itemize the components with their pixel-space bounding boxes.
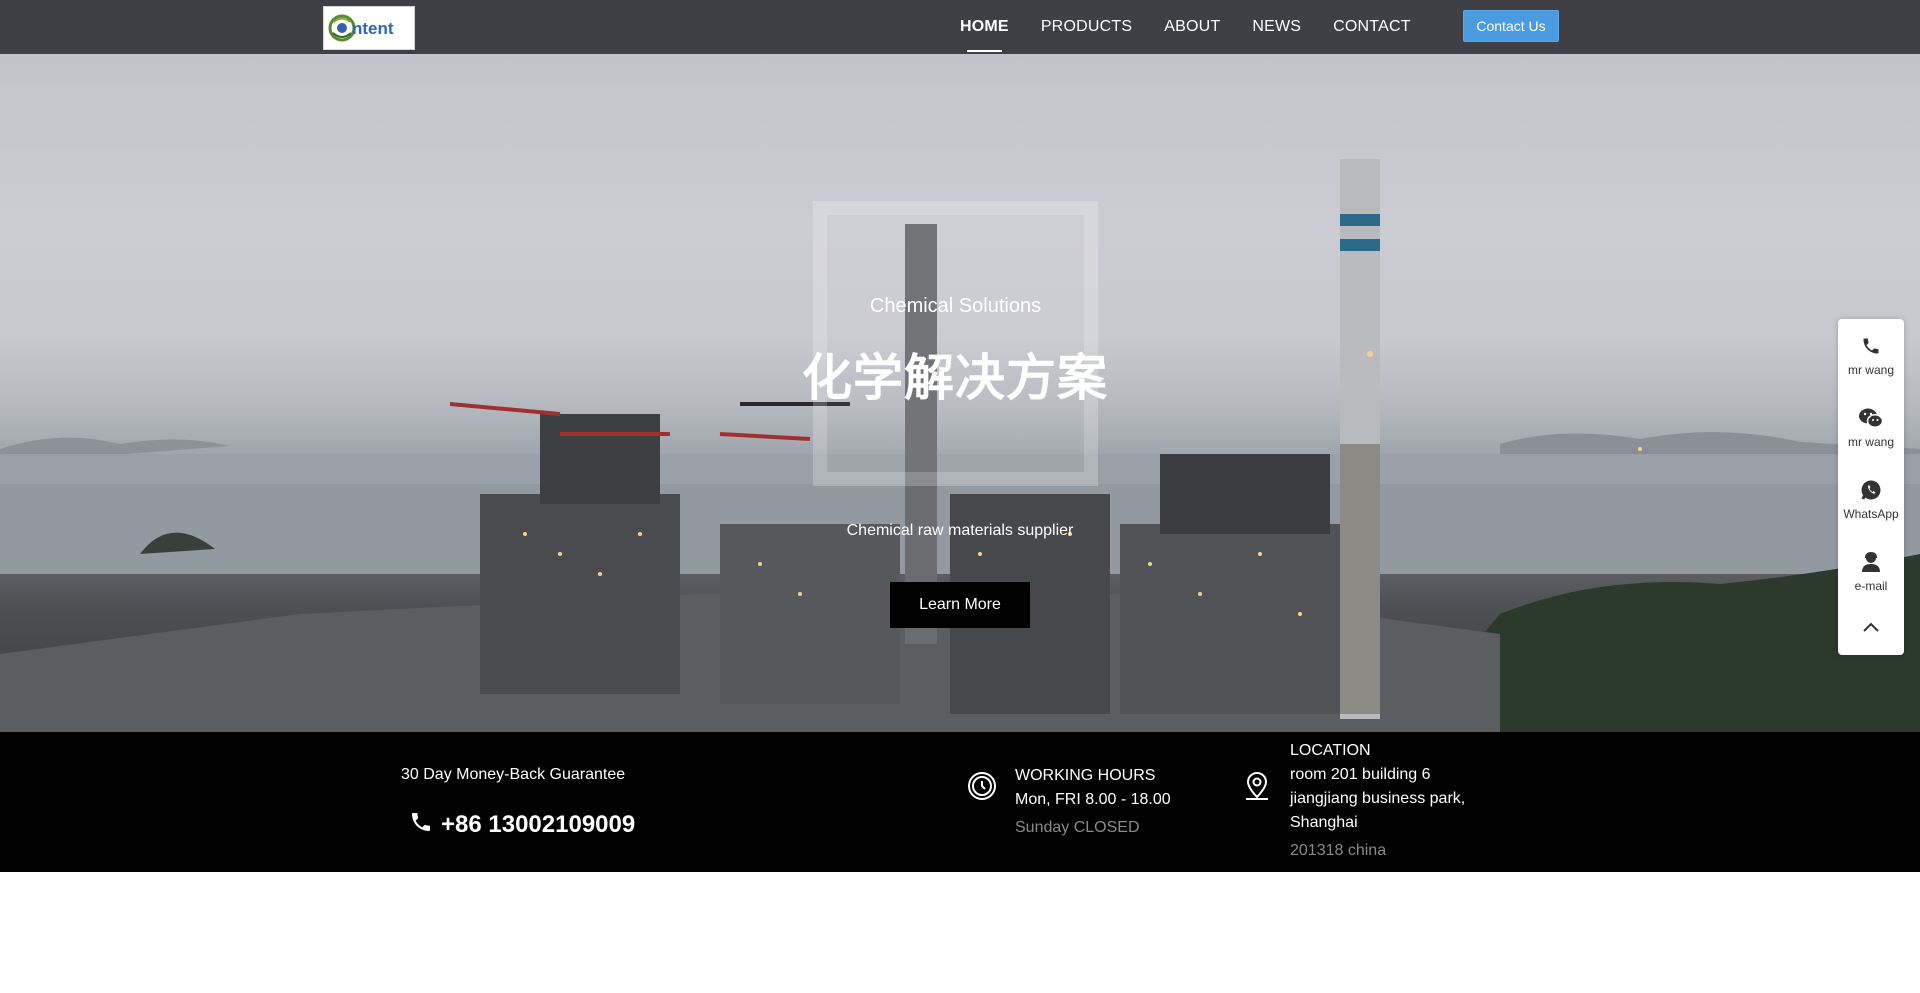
main-nav: HOME PRODUCTS ABOUT NEWS CONTACT: [960, 0, 1443, 54]
hero-subtitle: Chemical Solutions: [869, 295, 1042, 317]
float-whatsapp-label: WhatsApp: [1843, 507, 1899, 521]
back-to-top-button[interactable]: [1838, 609, 1904, 649]
location: LOCATION room 201 building 6 jiangjiang …: [1290, 739, 1490, 863]
float-phone-label: mr wang: [1847, 363, 1894, 377]
hours-note: Sunday CLOSED: [1015, 819, 1140, 836]
nav-contact[interactable]: CONTACT: [1333, 0, 1411, 54]
email-icon: [1860, 549, 1882, 575]
phone-icon: [1861, 333, 1881, 359]
hours-value: Mon, FRI 8.00 - 18.00: [1015, 791, 1171, 808]
whatsapp-icon: [1860, 477, 1882, 503]
float-phone[interactable]: mr wang: [1838, 319, 1904, 387]
clock-icon: [966, 770, 998, 807]
contact-us-button[interactable]: Contact Us: [1463, 10, 1559, 42]
info-bar: 30 Day Money-Back Guarantee +86 13002109…: [0, 732, 1920, 872]
top-navbar: ntent HOME PRODUCTS ABOUT NEWS CONTACT C…: [0, 0, 1920, 54]
phone-contact[interactable]: +86 13002109009: [409, 810, 635, 839]
phone-number[interactable]: +86 13002109009: [441, 811, 635, 839]
float-email-label: e-mail: [1854, 579, 1888, 593]
working-hours: WORKING HOURS Mon, FRI 8.00 - 18.00 Sund…: [1015, 764, 1171, 840]
nav-news[interactable]: NEWS: [1252, 0, 1301, 54]
chevron-up-icon: [1862, 620, 1880, 638]
nav-home[interactable]: HOME: [960, 0, 1009, 54]
float-whatsapp[interactable]: WhatsApp: [1838, 463, 1904, 531]
location-line-1: room 201 building 6: [1290, 766, 1431, 783]
floating-contact-bar: mr wang mr wang WhatsApp e-mail: [1838, 319, 1904, 655]
learn-more-button[interactable]: Learn More: [890, 582, 1030, 628]
location-pin-icon: [1241, 770, 1273, 807]
float-wechat-label: mr wang: [1847, 435, 1894, 449]
hero-banner: Chemical Solutions 化学解决方案 Chemical raw m…: [0, 54, 1920, 732]
location-line-3: Shanghai: [1290, 814, 1358, 831]
nav-about[interactable]: ABOUT: [1164, 0, 1220, 54]
float-wechat[interactable]: mr wang: [1838, 391, 1904, 459]
hero-title: 化学解决方案: [802, 350, 1108, 406]
float-email[interactable]: e-mail: [1838, 535, 1904, 603]
site-logo[interactable]: ntent: [323, 6, 415, 50]
hero-description: Chemical raw materials supplier: [846, 522, 1074, 539]
nav-products[interactable]: PRODUCTS: [1041, 0, 1132, 54]
guarantee-text: 30 Day Money-Back Guarantee: [401, 766, 626, 783]
hours-title: WORKING HOURS: [1015, 767, 1156, 784]
location-title: LOCATION: [1290, 742, 1371, 759]
wechat-icon: [1858, 405, 1884, 431]
location-note: 201318 china: [1290, 842, 1387, 859]
location-line-2: jiangjiang business park,: [1290, 790, 1466, 807]
phone-icon: [409, 810, 433, 839]
svg-text:ntent: ntent: [352, 19, 394, 38]
